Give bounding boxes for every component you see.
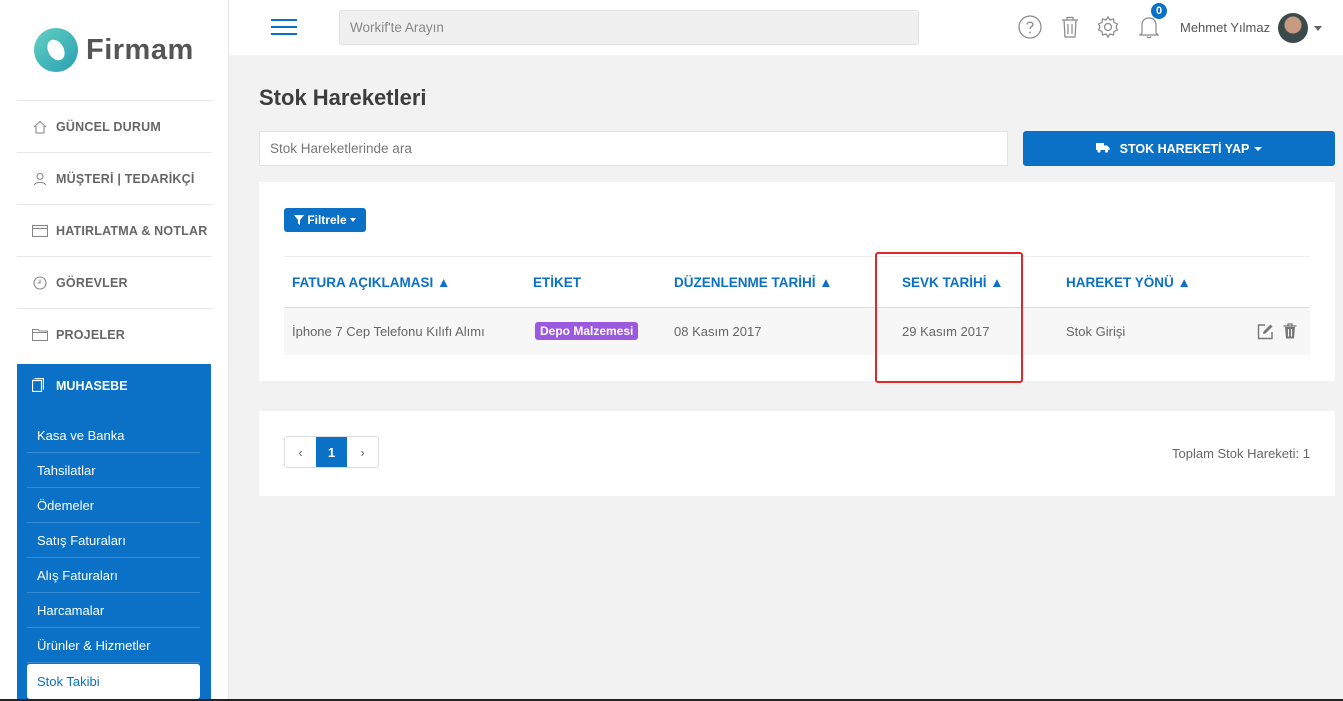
pagination-next-button[interactable]: › bbox=[347, 437, 378, 467]
help-icon[interactable] bbox=[1017, 14, 1043, 40]
highlight-box bbox=[875, 252, 1023, 383]
global-search-input[interactable] bbox=[339, 10, 919, 45]
column-header-duzenlenme-tarihi[interactable]: DÜZENLENME TARİHİ ▲ bbox=[674, 275, 833, 290]
avatar[interactable] bbox=[1278, 13, 1308, 43]
stock-search-input[interactable] bbox=[259, 131, 1008, 166]
sidebar-item-label: MÜŞTERİ | TEDARİKÇİ bbox=[56, 171, 195, 186]
chevron-down-icon[interactable] bbox=[1314, 26, 1322, 31]
submenu-stok-takibi[interactable]: Stok Takibi bbox=[27, 664, 200, 699]
document-icon bbox=[31, 377, 48, 395]
pagination-page-1[interactable]: 1 bbox=[316, 437, 347, 467]
folder-icon bbox=[32, 328, 48, 342]
pagination-card: ‹ 1 › Toplam Stok Hareketi: 1 bbox=[259, 411, 1335, 496]
menu-icon[interactable] bbox=[271, 17, 297, 37]
settings-gear-icon[interactable] bbox=[1095, 14, 1121, 40]
sidebar: Firmam GÜNCEL DURUM MÜŞTERİ | TEDARİKÇİ … bbox=[0, 0, 229, 701]
notification-count-badge: 0 bbox=[1151, 3, 1167, 19]
tag-badge: Depo Malzemesi bbox=[535, 322, 639, 340]
cell-description: İphone 7 Cep Telefonu Kılıfı Alımı bbox=[292, 324, 485, 339]
top-bar: 0 Mehmet Yılmaz bbox=[229, 0, 1343, 55]
filter-button[interactable]: Filtrele bbox=[284, 208, 366, 232]
column-header-hareket-yonu[interactable]: HAREKET YÖNÜ ▲ bbox=[1066, 275, 1191, 290]
submenu-satis-faturalari[interactable]: Satış Faturaları bbox=[27, 523, 200, 558]
sidebar-nav: GÜNCEL DURUM MÜŞTERİ | TEDARİKÇİ HATIRLA… bbox=[17, 100, 212, 360]
submenu-kasa-ve-banka[interactable]: Kasa ve Banka bbox=[27, 418, 200, 453]
sidebar-item-muhasebe[interactable]: MUHASEBE bbox=[17, 364, 211, 408]
pagination: ‹ 1 › bbox=[284, 436, 379, 468]
calendar-icon bbox=[32, 224, 48, 238]
truck-icon bbox=[1095, 142, 1110, 156]
sidebar-item-label: HATIRLATMA & NOTLAR bbox=[56, 223, 208, 238]
column-header-fatura-aciklamasi[interactable]: FATURA AÇIKLAMASI ▲ bbox=[292, 275, 450, 290]
submenu-alis-faturalari[interactable]: Alış Faturaları bbox=[27, 558, 200, 593]
sidebar-item-label: GÜNCEL DURUM bbox=[56, 119, 161, 134]
button-label: STOK HAREKETİ YAP bbox=[1119, 141, 1250, 156]
sidebar-item-gorevler[interactable]: GÖREVLER bbox=[17, 256, 212, 308]
sidebar-item-label: GÖREVLER bbox=[56, 275, 128, 290]
logo-mark-icon bbox=[34, 28, 78, 72]
stock-movements-card: Filtrele FATURA AÇIKLAMASI ▲ ETİKET DÜZE… bbox=[259, 182, 1335, 381]
trash-icon[interactable] bbox=[1057, 14, 1083, 40]
edit-icon[interactable] bbox=[1256, 322, 1274, 340]
sidebar-section-label: MUHASEBE bbox=[56, 379, 128, 393]
chevron-down-icon bbox=[1254, 146, 1263, 151]
user-icon bbox=[32, 172, 48, 186]
brand-logo[interactable]: Firmam bbox=[34, 27, 194, 73]
page-title: Stok Hareketleri bbox=[259, 85, 427, 110]
sidebar-item-hatirlatma-notlar[interactable]: HATIRLATMA & NOTLAR bbox=[17, 204, 212, 256]
submenu-tahsilatlar[interactable]: Tahsilatlar bbox=[27, 453, 200, 488]
stok-hareketi-yap-button[interactable]: STOK HAREKETİ YAP bbox=[1023, 131, 1335, 166]
sidebar-item-guncel-durum[interactable]: GÜNCEL DURUM bbox=[17, 100, 212, 152]
sidebar-item-projeler[interactable]: PROJELER bbox=[17, 308, 212, 360]
brand-name: Firmam bbox=[86, 33, 194, 66]
cell-direction: Stok Girişi bbox=[1066, 324, 1126, 339]
table-row[interactable]: İphone 7 Cep Telefonu Kılıfı Alımı Depo … bbox=[284, 308, 1310, 355]
total-count: Toplam Stok Hareketi: 1 bbox=[1171, 446, 1310, 461]
submenu-urunler-hizmetler[interactable]: Ürünler & Hizmetler bbox=[27, 628, 200, 663]
delete-trash-icon[interactable] bbox=[1281, 322, 1299, 340]
sidebar-item-musteri-tedarikci[interactable]: MÜŞTERİ | TEDARİKÇİ bbox=[17, 152, 212, 204]
filter-icon bbox=[294, 215, 305, 225]
pagination-prev-button[interactable]: ‹ bbox=[285, 437, 316, 467]
cell-edit-date: 08 Kasım 2017 bbox=[674, 324, 762, 339]
filter-button-label: Filtrele bbox=[307, 213, 347, 227]
clock-icon bbox=[32, 275, 48, 290]
submenu-harcamalar[interactable]: Harcamalar bbox=[27, 593, 200, 628]
sidebar-section-muhasebe: MUHASEBE Kasa ve Banka Tahsilatlar Ödeme… bbox=[17, 364, 211, 701]
table-header: FATURA AÇIKLAMASI ▲ ETİKET DÜZENLENME TA… bbox=[284, 256, 1310, 308]
user-name[interactable]: Mehmet Yılmaz bbox=[1180, 20, 1270, 35]
home-icon bbox=[32, 120, 48, 134]
chevron-down-icon bbox=[349, 218, 356, 222]
submenu-odemeler[interactable]: Ödemeler bbox=[27, 488, 200, 523]
column-header-etiket[interactable]: ETİKET bbox=[533, 275, 581, 290]
sidebar-item-label: PROJELER bbox=[56, 327, 125, 342]
